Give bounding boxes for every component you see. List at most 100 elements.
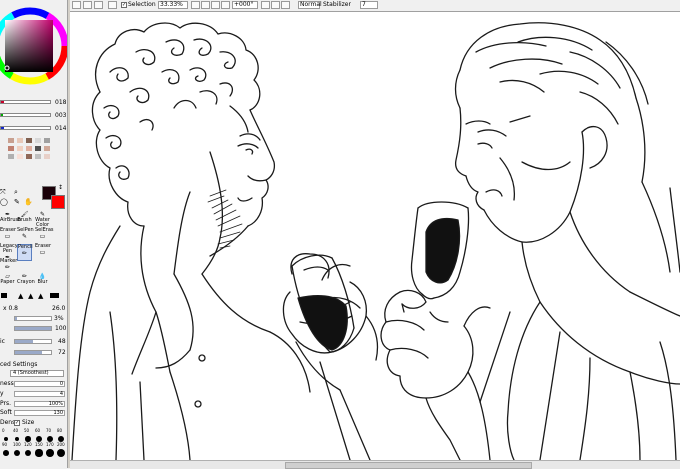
tool-seleras[interactable]: SelEras ▭ [35,228,54,241]
soft-field[interactable]: 130 [14,410,65,416]
brush-size-dot[interactable] [25,436,31,442]
density-slider[interactable] [14,326,52,331]
zoom-reset-button[interactable] [201,1,210,9]
brush-shape-tri-3-icon[interactable]: ▲ [38,292,43,300]
tool-airbrush[interactable]: ✒ AirBrush [0,211,21,224]
advanced-settings-label[interactable]: ced Settings [0,361,37,368]
texture-slider[interactable] [14,339,52,344]
selection-label: Selection [128,1,156,8]
hand-icon[interactable]: ✋ [24,198,33,206]
color-swatch[interactable] [17,154,23,159]
density-value: 100 [55,325,67,332]
flip-button[interactable] [271,1,280,9]
color-swatch[interactable] [8,154,14,159]
zoom-in-button[interactable] [191,1,200,9]
tool-marker[interactable]: Marker ✏ [0,259,17,272]
size-label: Size [22,419,35,426]
y-field[interactable]: 4 [14,391,65,397]
texture-slider-2[interactable] [14,350,52,355]
brush-shape-flat-icon[interactable] [50,293,59,298]
color-swatch[interactable] [26,146,32,151]
blend-mode-select[interactable]: Normal [298,1,322,9]
rotation-field[interactable]: +000° [232,1,258,9]
secondary-color[interactable] [51,195,65,209]
edge-hardness-label: ness [0,380,14,387]
slider-r[interactable] [0,100,51,104]
selection-checkbox[interactable]: ✓ [121,2,127,8]
brush-size-dot[interactable] [24,449,32,457]
canvas[interactable] [70,12,680,460]
tool-crayon[interactable]: ✏ Crayon [17,273,35,286]
zoom-field[interactable]: 33.33% [158,1,188,9]
color-swatch[interactable] [17,138,23,143]
flip-v-button[interactable] [281,1,290,9]
color-swatch[interactable] [44,138,50,143]
tool-selpen[interactable]: SelPen ✎ [17,228,34,241]
brush-shape-square-icon[interactable] [1,293,7,298]
value-b: 014 [55,125,67,132]
brush-size-dot[interactable] [35,449,43,457]
brush-size-dot[interactable] [14,436,20,442]
brush-shape-tri-1-icon[interactable]: ▲ [18,292,23,300]
tool-brush[interactable]: 🖌 Brush [17,211,32,224]
color-swatch[interactable] [17,146,23,151]
color-swatch[interactable] [44,146,50,151]
size-checkbox[interactable]: ✓ [14,420,20,426]
color-swatch[interactable] [44,154,50,159]
tool-blur[interactable]: 💧 Blur [35,273,50,286]
tool-watercolor[interactable]: ✎ Water Color [35,211,50,228]
size-value[interactable]: 26.0 [52,305,65,312]
texture-label: ic [0,338,5,345]
zoom-out-button[interactable] [108,1,117,9]
color-swatch[interactable] [35,154,41,159]
size-multiplier[interactable]: x 0.8 [3,305,18,312]
tool-eraser[interactable]: Eraser ▭ [0,228,16,241]
brush-size-dot[interactable] [56,448,66,458]
tool-paper[interactable]: ▱ Paper [0,273,15,286]
swap-icon[interactable]: ↕ [58,184,63,191]
slider-b[interactable] [0,126,51,130]
rotate-left-button[interactable] [211,1,220,9]
color-swatch[interactable] [35,146,41,151]
wand-icon[interactable]: ✎ [14,198,20,206]
zoom-icon[interactable]: ⌕ [14,188,18,197]
brush-size-dot[interactable] [3,450,9,456]
rotate-reset-button[interactable] [261,1,270,9]
stabilizer-select[interactable]: 7 [360,1,378,9]
deselect-button[interactable] [72,1,81,9]
color-swatch[interactable] [8,138,14,143]
invert-button[interactable] [83,1,92,9]
brush-shape-tri-2-icon[interactable]: ▲ [28,292,33,300]
brush-size-label: 40 [13,428,19,433]
brush-size-dot[interactable] [13,449,21,457]
lasso-icon[interactable]: ◯ [0,198,8,206]
slider-g[interactable] [0,113,51,117]
tool-legacy-pen[interactable]: Legacy Pen ✒ [0,244,18,262]
soft-label: Soft [0,409,12,416]
value-g: 003 [55,112,67,119]
value-r: 018 [55,99,67,106]
rotate-right-button[interactable] [221,1,230,9]
min-prs-field[interactable]: 100% [14,401,65,407]
edge-hardness-field[interactable]: 0 [14,381,65,387]
min-size-slider[interactable] [14,316,52,321]
color-swatch[interactable] [35,138,41,143]
select-all-button[interactable] [94,1,103,9]
brush-size-label: 0 [2,428,5,433]
tool-eraser-2[interactable]: Eraser ▭ [35,244,51,257]
move-icon[interactable]: ⤧ [0,188,6,197]
color-swatch[interactable] [26,154,32,159]
brush-size-label: 80 [57,428,63,433]
brush-size-dot[interactable] [46,449,54,457]
color-swatch[interactable] [8,146,14,151]
brush-size-label: 90 [2,442,8,447]
quality-select[interactable]: 4 (Smoothest) [10,370,64,377]
brush-size-dot[interactable] [3,436,9,442]
eraser-icon: ▭ [39,249,46,256]
tool-pencil[interactable]: Pencil ✏ [17,244,33,261]
color-wheel[interactable] [0,0,67,92]
color-swatch[interactable] [26,138,32,143]
left-panel: 018 003 014 ↕ ⤧ ⌕ ◯ ✎ ✋ ✒ AirBrush 🖌 Brush… [0,0,67,468]
brush-shape-row[interactable]: ▲ ▲ ▲ [0,292,67,300]
sketch-artwork [71,22,680,460]
